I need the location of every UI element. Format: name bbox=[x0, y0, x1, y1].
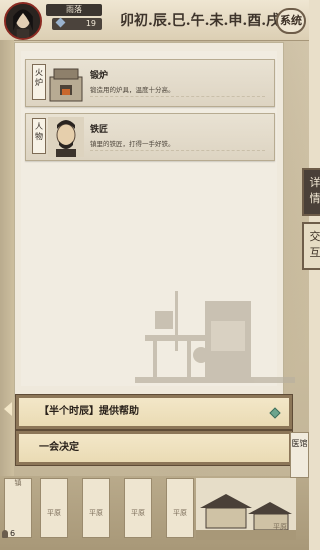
card-blacksmith-desc: 镇里的铁匠，打得一手好铁。 bbox=[90, 140, 175, 148]
clinic-card[interactable]: 医馆 bbox=[290, 432, 309, 478]
map-slot-label: 平原 bbox=[173, 509, 187, 517]
map-slot-label: 平原 bbox=[131, 509, 145, 517]
card-forge-desc: 锻造用的炉具，温度十分高。 bbox=[90, 86, 175, 94]
tab-interact[interactable]: 交互 bbox=[302, 222, 320, 270]
map-slot-label: 镇 bbox=[14, 479, 22, 487]
tab-interact-label: 交互 bbox=[309, 230, 320, 259]
map-slot-label: 平原 bbox=[47, 509, 61, 517]
population-value: 6 bbox=[10, 529, 16, 538]
player-level-box: 19 bbox=[52, 17, 102, 30]
population-counter: 6 bbox=[2, 526, 24, 542]
player-avatar[interactable] bbox=[4, 2, 42, 40]
tab-details-label: 详情 bbox=[309, 176, 320, 205]
details-panel: 火炉 锻炉 锻造用的炉具，温度十分高。 人物 铁匠 镇里的铁匠，打得一手好铁。 bbox=[14, 42, 295, 397]
choice-decide-later-label: 一会决定 bbox=[39, 442, 79, 453]
card-divider bbox=[90, 150, 265, 151]
card-blacksmith-title: 铁匠 bbox=[90, 125, 109, 135]
back-arrow-icon[interactable] bbox=[4, 402, 12, 416]
map-slot-label: 平原 bbox=[273, 523, 287, 531]
system-button[interactable]: 系统 bbox=[276, 8, 306, 34]
choice-help[interactable]: 【半个时辰】提供帮助 bbox=[15, 394, 293, 430]
clinic-label: 医馆 bbox=[291, 439, 308, 448]
forge-illustration bbox=[135, 291, 295, 383]
person-icon bbox=[2, 529, 8, 538]
selected-diamond-icon bbox=[269, 407, 281, 419]
tab-details[interactable]: 详情 bbox=[302, 168, 320, 216]
player-name: 雨落 bbox=[46, 4, 102, 16]
forge-icon bbox=[49, 68, 83, 102]
top-bar: 雨落 19 卯初.辰.巳.午.未.申.酉.戌 系统 bbox=[0, 0, 309, 41]
card-forge[interactable]: 火炉 锻炉 锻造用的炉具，温度十分高。 bbox=[25, 59, 275, 107]
blacksmith-portrait-icon bbox=[48, 117, 84, 157]
card-blacksmith-tag: 人物 bbox=[32, 118, 46, 154]
gem-icon bbox=[55, 17, 66, 28]
time-of-day: 卯初.辰.巳.午.未.申.酉.戌 bbox=[120, 13, 281, 29]
choice-decide-later[interactable]: 一会决定 bbox=[15, 430, 293, 466]
card-blacksmith[interactable]: 人物 铁匠 镇里的铁匠，打得一手好铁。 bbox=[25, 113, 275, 161]
choice-help-label: 【半个时辰】提供帮助 bbox=[39, 406, 139, 417]
card-divider bbox=[90, 96, 265, 97]
map-slot-label: 平原 bbox=[89, 509, 103, 517]
card-forge-tag: 火炉 bbox=[32, 64, 46, 100]
card-forge-title: 锻炉 bbox=[90, 71, 109, 81]
player-level: 19 bbox=[85, 19, 96, 28]
